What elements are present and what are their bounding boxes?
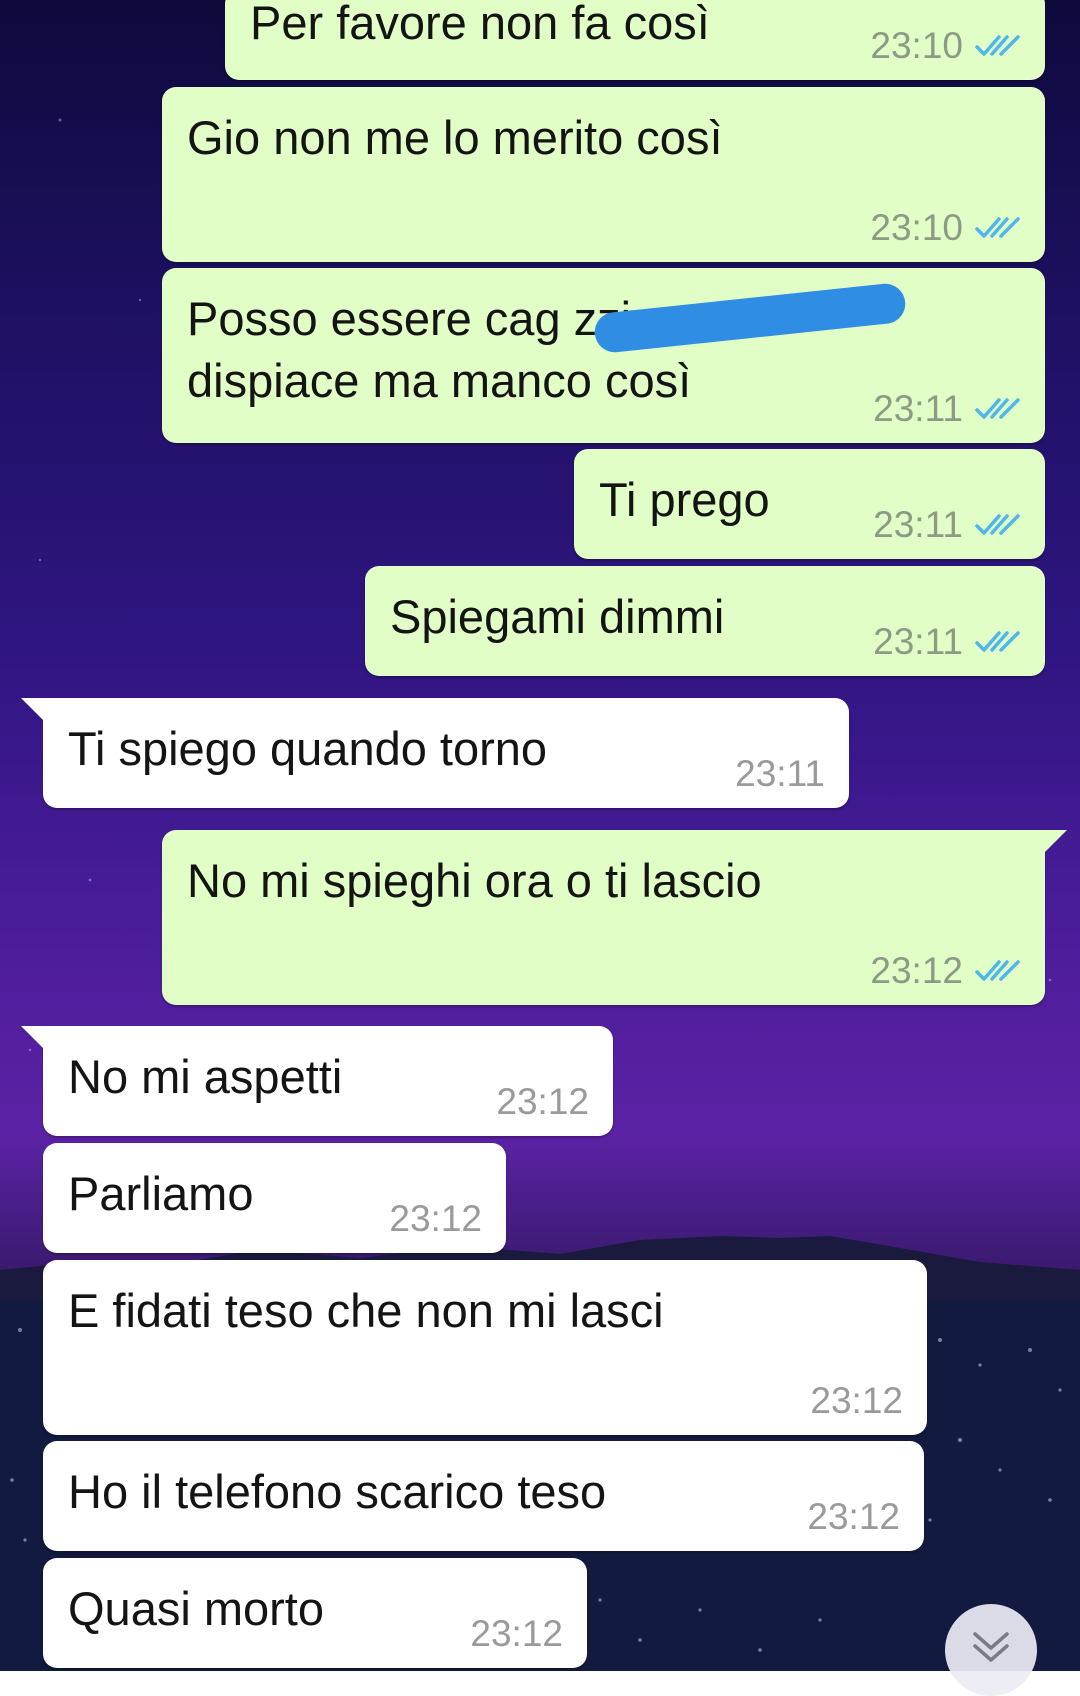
message-meta: 23:12 [870, 951, 1021, 991]
message-text: Parliamo [68, 1167, 254, 1220]
double-check-icon [975, 398, 1020, 419]
message-text: Spiegami dimmi [390, 590, 725, 643]
message-meta: 23:11 [873, 389, 1021, 429]
double-check-icon [975, 631, 1020, 652]
message-bubble-outgoing[interactable]: Per favore non fa così 23:10 [225, 0, 1045, 80]
message-bubble-incoming[interactable]: No mi aspetti 23:12 [21, 1026, 613, 1136]
scroll-to-bottom-button[interactable] [945, 1604, 1037, 1696]
bubble-tail [1045, 830, 1067, 852]
message-meta: 23:12 [810, 1381, 903, 1421]
message-bubble-outgoing[interactable]: No mi spieghi ora o ti lascio 23:12 [162, 830, 1067, 1005]
message-bubble-incoming[interactable]: Quasi morto 23:12 [43, 1558, 587, 1668]
message-text: Ti spiego quando torno [68, 722, 548, 775]
message-text: E fidati teso che non mi lasci [68, 1284, 664, 1337]
message-text: No mi spieghi ora o ti lascio [187, 854, 762, 907]
message-meta: 23:10 [870, 208, 1021, 248]
message-meta: 23:11 [873, 505, 1021, 545]
double-check-icon [975, 217, 1020, 238]
message-time: 23:11 [873, 388, 963, 429]
message-time: 23:12 [389, 1198, 482, 1239]
message-bubble-outgoing[interactable]: Spiegami dimmi 23:11 [365, 566, 1045, 676]
double-check-icon [975, 35, 1020, 56]
message-text: Ho il telefono scarico teso [68, 1465, 607, 1518]
message-time: 23:10 [870, 207, 963, 248]
message-bubble-incoming[interactable]: Ti spiego quando torno 23:11 [21, 698, 849, 808]
message-bubble-incoming[interactable]: E fidati teso che non mi lasci 23:12 [43, 1260, 927, 1435]
message-time: 23:11 [873, 621, 963, 662]
message-time: 23:11 [735, 753, 825, 794]
message-time: 23:12 [496, 1081, 589, 1122]
message-bubble-outgoing[interactable]: Ti prego 23:11 [574, 449, 1045, 559]
message-text: Posso essere cag zzi e mi dispiace ma ma… [187, 292, 733, 407]
message-bubble-incoming[interactable]: Parliamo 23:12 [43, 1143, 506, 1253]
message-meta: 23:11 [873, 622, 1021, 662]
message-text: Quasi morto [68, 1582, 324, 1635]
message-time: 23:12 [470, 1613, 563, 1654]
message-time: 23:12 [810, 1380, 903, 1421]
double-check-icon [975, 960, 1020, 981]
bubble-tail [21, 1026, 43, 1048]
message-meta: 23:11 [735, 754, 825, 794]
message-time: 23:12 [870, 950, 963, 991]
message-bubble-outgoing[interactable]: Posso essere cag zzi e mi dispiace ma ma… [162, 268, 1045, 443]
message-time: 23:12 [807, 1496, 900, 1537]
message-bubble-outgoing[interactable]: Gio non me lo merito così 23:10 [162, 87, 1045, 262]
bubble-tail [21, 698, 43, 720]
message-text: No mi aspetti [68, 1050, 343, 1103]
message-time: 23:10 [870, 25, 963, 66]
message-text: Gio non me lo merito così [187, 111, 723, 164]
message-time: 23:11 [873, 504, 963, 545]
message-meta: 23:12 [470, 1614, 563, 1654]
message-text: Ti prego [599, 473, 770, 526]
message-text: Per favore non fa così [250, 0, 710, 49]
chevron-double-down-icon [973, 1632, 1009, 1662]
message-meta: 23:12 [389, 1199, 482, 1239]
message-meta: 23:12 [496, 1082, 589, 1122]
message-bubble-incoming[interactable]: Ho il telefono scarico teso 23:12 [43, 1441, 924, 1551]
double-check-icon [975, 514, 1020, 535]
message-meta: 23:12 [807, 1497, 900, 1537]
message-meta: 23:10 [870, 26, 1021, 66]
